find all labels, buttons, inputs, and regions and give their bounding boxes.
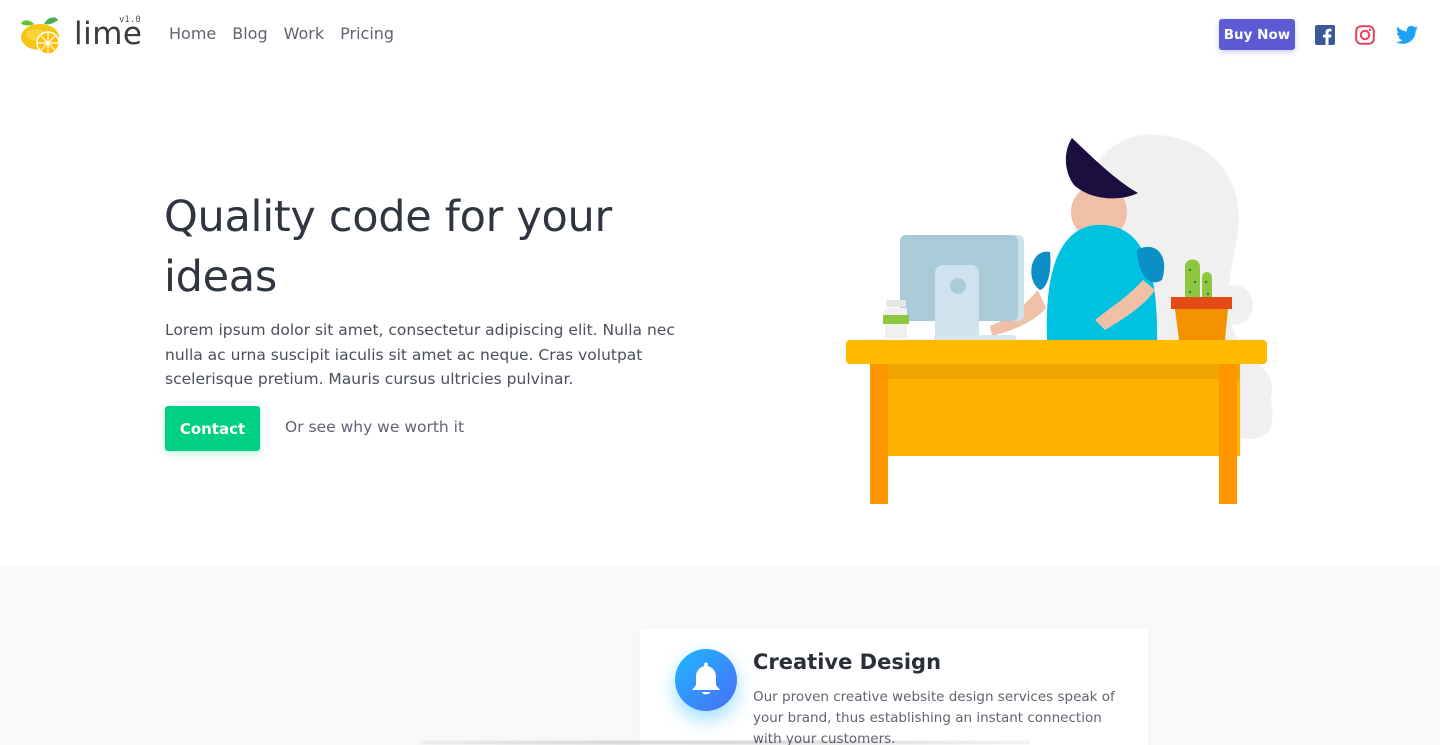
contact-button[interactable]: Contact <box>165 406 260 451</box>
feature-icon-badge <box>675 649 737 711</box>
hero-description: Lorem ipsum dolor sit amet, consectetur … <box>165 321 675 388</box>
bottom-shadow <box>420 740 1030 745</box>
main-nav: Home Blog Work Pricing <box>169 24 410 43</box>
nav-link-blog[interactable]: Blog <box>232 24 267 43</box>
facebook-link[interactable] <box>1315 25 1337 47</box>
brand-version: v1.0 <box>119 15 141 25</box>
why-worth-link[interactable]: Or see why we worth it <box>285 418 464 436</box>
twitter-icon <box>1396 25 1418 44</box>
nav-link-pricing[interactable]: Pricing <box>340 24 394 43</box>
feature-card-creative-design: Creative Design Our proven creative webs… <box>640 629 1148 745</box>
feature-title: Creative Design <box>753 650 942 674</box>
twitter-link[interactable] <box>1396 25 1418 47</box>
hero-title: Quality code for your ideas <box>164 192 612 302</box>
developer-desk-illustration <box>846 134 1273 504</box>
nav-link-work[interactable]: Work <box>284 24 325 43</box>
bell-icon <box>692 662 720 695</box>
facebook-icon <box>1315 25 1335 45</box>
feature-description: Our proven creative website design servi… <box>753 689 1115 745</box>
instagram-icon <box>1355 25 1375 45</box>
lemon-logo-icon <box>21 17 60 55</box>
instagram-link[interactable] <box>1355 25 1377 47</box>
brand-logo[interactable]: lime v1.0 <box>20 14 150 58</box>
buy-now-button[interactable]: Buy Now <box>1219 19 1295 50</box>
nav-link-home[interactable]: Home <box>169 24 216 43</box>
features-section: Creative Design Our proven creative webs… <box>0 567 1440 745</box>
navbar: lime v1.0 Home Blog Work Pricing Buy Now <box>0 0 1440 70</box>
